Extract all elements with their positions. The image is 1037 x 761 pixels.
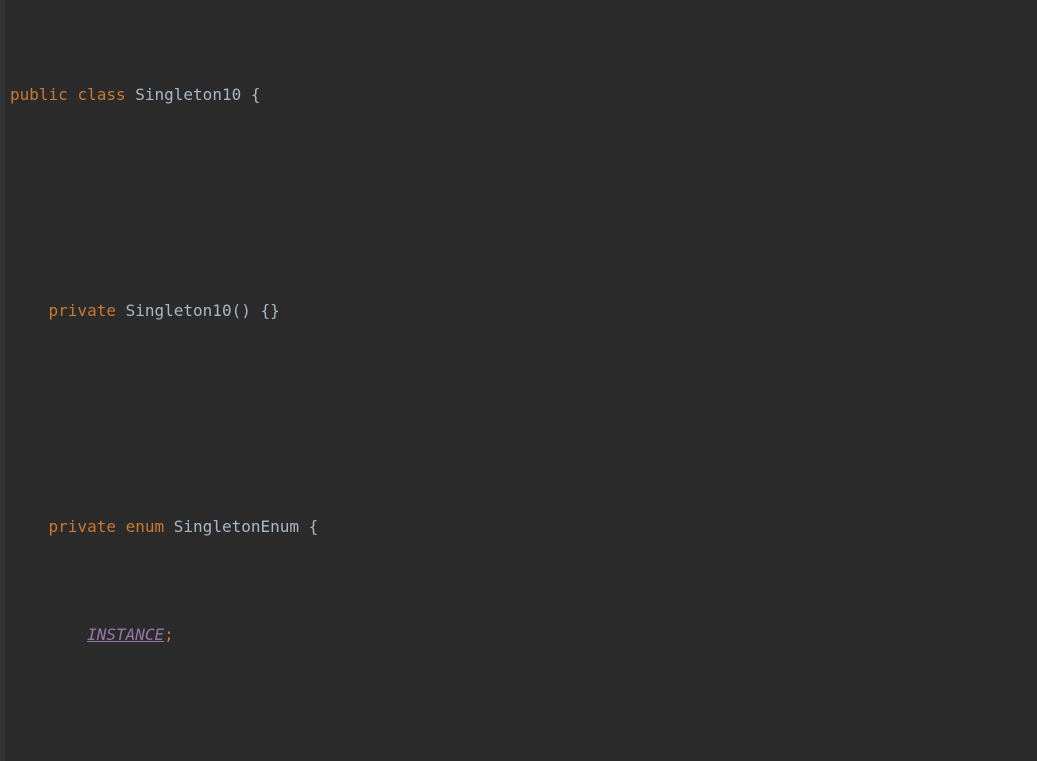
code-line: private Singleton10() {} [10,297,1037,324]
brace: { [309,517,319,536]
code-editor[interactable]: public class Singleton10 { private Singl… [0,0,1037,761]
code-line [10,729,1037,756]
keyword: public [10,85,68,104]
brace: { [261,301,271,320]
paren: ) [241,301,251,320]
code-line [10,405,1037,432]
class-name: Singleton10 [135,85,241,104]
paren: ( [232,301,242,320]
code-line: INSTANCE; [10,621,1037,648]
keyword: private [49,301,116,320]
enum-constant: INSTANCE [87,625,164,644]
brace: } [270,301,280,320]
code-line: private enum SingletonEnum { [10,513,1037,540]
class-name: SingletonEnum [174,517,299,536]
code-line [10,189,1037,216]
class-name: Singleton10 [126,301,232,320]
keyword: class [77,85,125,104]
code-line: public class Singleton10 { [10,81,1037,108]
semicolon: ; [164,625,174,644]
keyword: private [49,517,116,536]
brace: { [251,85,261,104]
keyword: enum [126,517,165,536]
code-content: public class Singleton10 { private Singl… [0,0,1037,761]
